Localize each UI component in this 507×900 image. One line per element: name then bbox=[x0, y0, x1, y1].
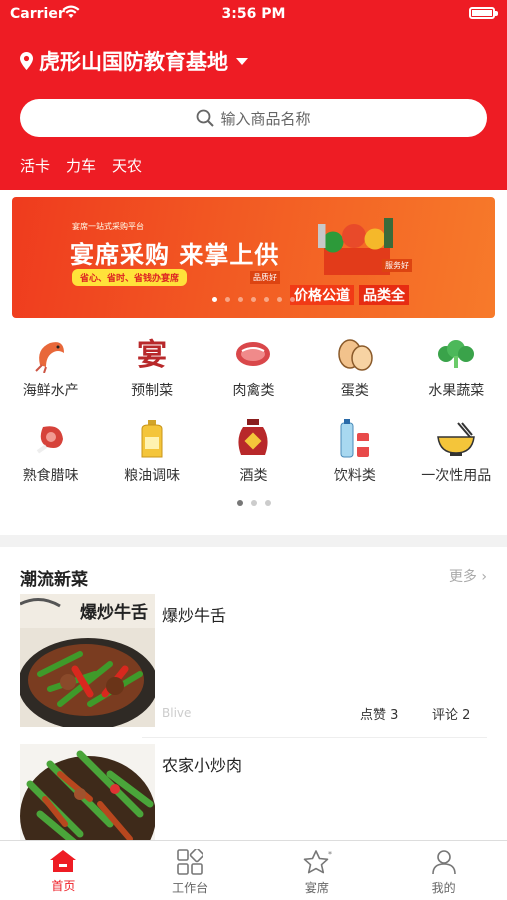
banner-title: 宴席采购 来掌上供 bbox=[70, 241, 280, 269]
section-title: 潮流新菜 bbox=[20, 570, 88, 590]
category-item[interactable]: 蛋类 bbox=[304, 330, 405, 415]
user-icon bbox=[431, 850, 456, 875]
page-dot[interactable] bbox=[264, 500, 271, 506]
category-label: 粮油调味 bbox=[124, 468, 181, 484]
banner-dot[interactable] bbox=[277, 297, 282, 302]
status-bar: Carrier 3:56 PM bbox=[0, 0, 507, 28]
thumbnail-caption: 爆炒牛舌 bbox=[80, 602, 148, 623]
category-label: 酒类 bbox=[239, 468, 268, 484]
section-divider bbox=[0, 535, 507, 547]
hot-tag[interactable]: 活卡 bbox=[20, 155, 50, 176]
banner-badge: 服务好 bbox=[382, 259, 412, 272]
category-grid: 海鲜水产 宴 预制菜 肉禽类 蛋类 水果蔬菜 熟食腊味 粮油调味 酒类 饮料类 … bbox=[0, 330, 507, 500]
more-link[interactable]: 更多 › bbox=[449, 566, 487, 586]
post-title: 爆炒牛舌 bbox=[162, 606, 227, 625]
banner-dot[interactable] bbox=[225, 297, 230, 302]
list-item[interactable]: 爆炒牛舌 爆炒牛舌 Blive 点赞 3 评论 2 bbox=[20, 594, 487, 732]
tab-workbench[interactable]: 工作台 bbox=[127, 841, 254, 900]
banner-dot[interactable] bbox=[251, 297, 256, 302]
location-selector[interactable]: 虎形山国防教育基地 bbox=[20, 46, 248, 76]
like-count[interactable]: 点赞 3 bbox=[360, 704, 398, 723]
search-icon bbox=[197, 109, 215, 127]
comment-count[interactable]: 评论 2 bbox=[432, 704, 470, 723]
home-icon bbox=[50, 850, 77, 872]
search-placeholder: 输入商品名称 bbox=[220, 109, 311, 128]
ham-icon bbox=[31, 419, 71, 459]
category-item[interactable]: 宴 预制菜 bbox=[101, 330, 202, 415]
banner-dot[interactable] bbox=[290, 297, 295, 302]
dish-thumbnail: 爆炒牛舌 bbox=[20, 594, 155, 727]
banner-pagination bbox=[12, 297, 495, 302]
category-item[interactable]: 饮料类 bbox=[304, 415, 405, 500]
banner-dot[interactable] bbox=[212, 297, 217, 302]
category-item[interactable]: 一次性用品 bbox=[406, 415, 507, 500]
list-separator bbox=[142, 737, 487, 738]
category-pagination bbox=[0, 500, 507, 506]
hot-tag[interactable]: 天农 bbox=[112, 155, 142, 176]
banner-dot[interactable] bbox=[264, 297, 269, 302]
category-label: 海鲜水产 bbox=[22, 383, 79, 399]
status-time: 3:56 PM bbox=[221, 6, 286, 22]
chevron-down-icon bbox=[236, 57, 248, 65]
chevron-right-icon: › bbox=[481, 569, 487, 585]
wine-jar-icon bbox=[233, 419, 273, 459]
list-item[interactable]: 农家小炒肉 bbox=[20, 744, 487, 840]
banner-subtitle: 宴席一站式采购平台 bbox=[72, 222, 144, 231]
banquet-icon: 宴 bbox=[132, 334, 172, 374]
category-item[interactable]: 水果蔬菜 bbox=[406, 330, 507, 415]
header: Carrier 3:56 PM 虎形山国防教育基地 输入商品名称 活卡 力车 天… bbox=[0, 0, 507, 190]
category-item[interactable]: 粮油调味 bbox=[101, 415, 202, 500]
post-author: Blive bbox=[162, 706, 192, 720]
tab-banquet[interactable]: * 宴席 bbox=[254, 841, 381, 900]
tab-mine[interactable]: 我的 bbox=[380, 841, 507, 900]
page-dot[interactable] bbox=[250, 500, 257, 506]
location-name: 虎形山国防教育基地 bbox=[39, 50, 228, 74]
category-item[interactable]: 熟食腊味 bbox=[0, 415, 101, 500]
category-label: 蛋类 bbox=[340, 383, 369, 399]
tab-home[interactable]: 首页 bbox=[0, 841, 127, 900]
svg-text:*: * bbox=[328, 850, 332, 859]
banner-badge: 品质好 bbox=[250, 271, 280, 284]
banner-slogan: 省心、省时、省钱办宴席 bbox=[72, 269, 188, 286]
banner-dot[interactable] bbox=[238, 297, 243, 302]
shrimp-icon bbox=[31, 334, 71, 374]
tab-label: 我的 bbox=[431, 881, 456, 895]
category-item[interactable]: 酒类 bbox=[203, 415, 304, 500]
search-input[interactable]: 输入商品名称 bbox=[20, 99, 487, 137]
category-item[interactable]: 海鲜水产 bbox=[0, 330, 101, 415]
star-icon: * bbox=[303, 850, 332, 874]
promo-banner[interactable]: 宴席一站式采购平台 宴席采购 来掌上供 省心、省时、省钱办宴席 品质好 服务好 … bbox=[12, 197, 495, 318]
battery-icon bbox=[469, 7, 498, 19]
tab-bar: 首页 工作台 * 宴席 我的 bbox=[0, 840, 507, 900]
hot-tags: 活卡 力车 天农 bbox=[20, 155, 142, 176]
tab-label: 工作台 bbox=[172, 881, 209, 895]
tab-label: 宴席 bbox=[304, 881, 329, 895]
location-pin-icon bbox=[20, 52, 33, 70]
post-title: 农家小炒肉 bbox=[162, 756, 243, 775]
hot-tag[interactable]: 力车 bbox=[66, 155, 96, 176]
svg-text:宴: 宴 bbox=[137, 338, 167, 372]
category-label: 肉禽类 bbox=[232, 383, 275, 399]
category-item[interactable]: 肉禽类 bbox=[203, 330, 304, 415]
page-dot[interactable] bbox=[236, 500, 243, 506]
category-label: 饮料类 bbox=[333, 468, 376, 484]
grid-icon bbox=[177, 849, 204, 875]
oil-icon bbox=[132, 419, 172, 459]
drinks-icon bbox=[335, 419, 375, 459]
tab-label: 首页 bbox=[51, 879, 76, 893]
category-label: 水果蔬菜 bbox=[428, 383, 485, 399]
dish-thumbnail bbox=[20, 744, 155, 840]
category-label: 熟食腊味 bbox=[22, 468, 79, 484]
category-label: 一次性用品 bbox=[421, 468, 492, 484]
bowl-icon bbox=[436, 419, 476, 459]
category-label: 预制菜 bbox=[131, 383, 174, 399]
banner-price-text: 价格公道 bbox=[290, 285, 354, 305]
banner-full-text: 品类全 bbox=[359, 285, 409, 305]
more-label: 更多 bbox=[448, 569, 477, 585]
vegetable-icon bbox=[436, 334, 476, 374]
meat-icon bbox=[233, 334, 273, 374]
egg-icon bbox=[335, 334, 375, 374]
